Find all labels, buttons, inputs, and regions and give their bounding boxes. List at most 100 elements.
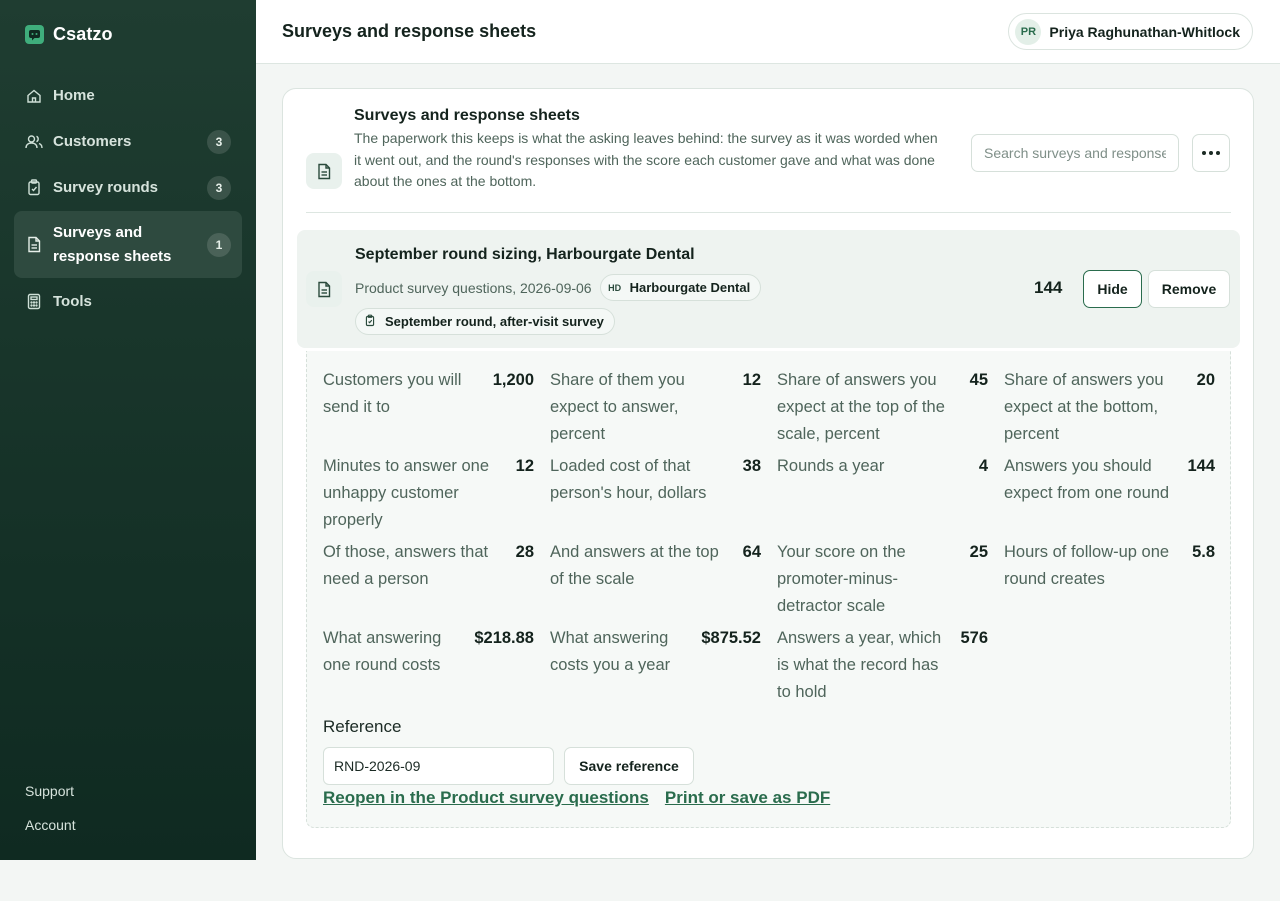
list-item[interactable]: September round sizing, Harbourgate Dent… (297, 230, 1240, 348)
sidebar-nav: Home Customers 3 Survey rounds 3 Surveys… (14, 73, 242, 325)
user-name: Priya Raghunathan-Whitlock (1049, 23, 1240, 40)
document-icon (25, 236, 43, 254)
hide-button[interactable]: Hide (1083, 270, 1142, 308)
avatar: PR (1015, 18, 1042, 45)
figure-label: Customers you will send it to (323, 371, 462, 416)
figure-label: Answers you should expect from one round (1004, 457, 1170, 502)
more-dot (1209, 151, 1213, 155)
document-icon (306, 271, 342, 307)
round-tag-label: September round, after-visit survey (385, 314, 604, 329)
figure-cell: Minutes to answer one unhappy customer p… (323, 453, 534, 534)
figure-cell: Share of answers you expect at the top o… (777, 367, 988, 448)
more-dot (1216, 151, 1220, 155)
print-link[interactable]: Print or save as PDF (665, 788, 830, 808)
figure-cell: Share of them you expect to answer, perc… (550, 367, 761, 448)
search-input[interactable] (971, 134, 1179, 172)
sidebar-item-customers[interactable]: Customers 3 (14, 119, 242, 164)
more-dots-icon (1202, 151, 1206, 155)
figure-label: Share of answers you expect at the top o… (777, 371, 945, 443)
figure-cell: Rounds a year 4 (777, 453, 988, 534)
figure-cell: Customers you will send it to 1,200 (323, 367, 534, 448)
calculator-icon (25, 293, 43, 311)
brand-name: Csatzo (53, 24, 113, 44)
count-badge: 1 (207, 232, 231, 257)
figure-value: 20 (1196, 371, 1215, 389)
users-icon (25, 133, 43, 151)
reference-label: Reference (323, 717, 402, 736)
sidebar-item-survey-rounds[interactable]: Survey rounds 3 (14, 165, 242, 210)
support-link[interactable]: Support (25, 783, 76, 799)
figure-value: 1,200 (492, 371, 534, 389)
figure-value: 38 (742, 457, 761, 475)
brand[interactable]: Csatzo (25, 24, 113, 45)
document-icon (306, 153, 342, 189)
save-reference-button[interactable]: Save reference (564, 747, 694, 785)
customer-tag-label: Harbourgate Dental (629, 280, 751, 295)
user-menu[interactable]: PR Priya Raghunathan-Whitlock (1008, 13, 1253, 50)
item-meta: Product survey questions, 2026-09-06 HD … (355, 274, 762, 301)
chat-logo-icon (25, 25, 44, 44)
figure-label: Share of them you expect to answer, perc… (550, 371, 685, 443)
figure-value: 12 (515, 457, 534, 475)
figure-value: $218.88 (474, 629, 534, 647)
figure-value: 4 (978, 457, 988, 475)
figure-label: Your score on the promoter-minus-detract… (777, 543, 906, 615)
sidebar-item-surveys-and-response-sheets[interactable]: Surveys and response sheets 1 (14, 211, 242, 278)
figure-label: And answers at the top of the scale (550, 543, 719, 588)
divider (306, 212, 1231, 213)
figure-label: What answering costs you a year (550, 629, 671, 674)
count-badge: 3 (207, 129, 231, 154)
round-tag[interactable]: September round, after-visit survey (355, 308, 615, 335)
remove-button[interactable]: Remove (1148, 270, 1230, 308)
main-card: Surveys and response sheets The paperwor… (282, 88, 1254, 859)
home-icon (25, 87, 43, 105)
figure-label: Of those, answers that need a person (323, 543, 489, 588)
item-title: September round sizing, Harbourgate Dent… (355, 246, 695, 263)
customer-tag[interactable]: HD Harbourgate Dental (599, 274, 762, 301)
sidebar-footer: Support Account (25, 783, 76, 851)
figure-cell: Answers you should expect from one round… (1004, 453, 1215, 534)
sidebar-item-tools[interactable]: Tools (14, 279, 242, 324)
sidebar-item-home[interactable]: Home (14, 73, 242, 118)
sidebar-item-label: Home (53, 86, 95, 104)
figure-label: Rounds a year (777, 457, 885, 475)
figure-label: What answering one round costs (323, 629, 442, 674)
detail-panel: Customers you will send it to 1,200 Share … (306, 351, 1231, 828)
figure-label: Minutes to answer one unhappy customer p… (323, 457, 490, 529)
section-header: Surveys and response sheets The paperwor… (306, 107, 1231, 213)
detail-links: Reopen in the Product survey questions P… (323, 788, 830, 808)
sidebar-item-label: Surveys and response sheets (53, 223, 172, 265)
count-badge: 3 (207, 175, 231, 200)
figure-cell: Loaded cost of that person's hour, dolla… (550, 453, 761, 534)
figure-value: 144 (1187, 457, 1215, 475)
figure-value: 12 (742, 371, 761, 389)
clipboard-icon (362, 314, 378, 329)
response-count: 144 (1034, 278, 1063, 297)
customer-initials: HD (608, 282, 622, 293)
more-options-button[interactable] (1192, 134, 1230, 172)
section-title: Surveys and response sheets (354, 107, 580, 124)
figure-value: 576 (960, 629, 988, 647)
figure-value: 25 (969, 543, 988, 561)
figure-cell: Share of answers you expect at the botto… (1004, 367, 1215, 448)
figure-cell: Of those, answers that need a person 28 (323, 539, 534, 620)
section-description: The paperwork this keeps is what the ask… (354, 130, 938, 189)
figure-cell: And answers at the top of the scale 64 (550, 539, 761, 620)
figure-value: 45 (969, 371, 988, 389)
reopen-link[interactable]: Reopen in the Product survey questions (323, 788, 649, 808)
figure-value: 28 (515, 543, 534, 561)
top-bar: Surveys and response sheets PR Priya Rag… (256, 0, 1280, 64)
figure-label: Answers a year, which is what the record… (777, 629, 942, 701)
account-link[interactable]: Account (25, 817, 76, 833)
figure-cell: Answers a year, which is what the record… (777, 625, 988, 706)
reference-input[interactable] (323, 747, 554, 785)
figure-label: Hours of follow-up one round creates (1004, 543, 1170, 588)
figure-cell: Your score on the promoter-minus-detract… (777, 539, 988, 620)
page-title: Surveys and response sheets (282, 21, 537, 41)
figure-label: Share of answers you expect at the botto… (1004, 371, 1164, 443)
sidebar-item-label: Tools (53, 292, 92, 310)
figure-cell: Hours of follow-up one round creates 5.8 (1004, 539, 1215, 620)
item-subtitle: Product survey questions, 2026-09-06 (355, 279, 592, 296)
figures-grid: Customers you will send it to 1,200 Share … (323, 367, 1215, 711)
sidebar: Csatzo Home Customers 3 Survey rounds 3 (0, 0, 256, 860)
